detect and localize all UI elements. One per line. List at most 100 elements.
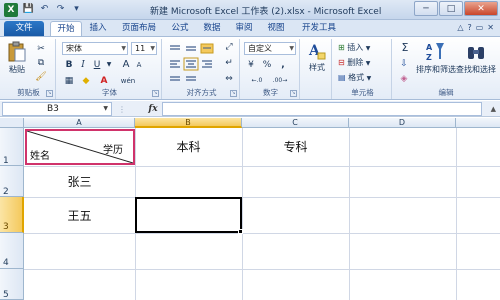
cell-a2[interactable]: 张三 <box>24 173 135 190</box>
underline-dropdown-icon[interactable]: ▼ <box>105 59 113 71</box>
column-header-a[interactable]: A <box>24 118 135 128</box>
cell-a1[interactable]: 学历 姓名 <box>25 129 135 165</box>
delete-cells-button[interactable]: ⊟ 删除 ▼ <box>338 57 370 68</box>
binoculars-icon <box>468 47 484 59</box>
underline-button[interactable]: U <box>91 59 103 71</box>
tab-home[interactable]: 开始 <box>50 21 82 36</box>
orientation-icon[interactable]: ⤢ <box>222 41 236 53</box>
column-header-b[interactable]: B <box>135 118 242 128</box>
ribbon-tabs: 文件 开始 插入 页面布局 公式 数据 审阅 视图 开发工具 △ ? ▭ ✕ <box>0 20 500 36</box>
font-color-icon[interactable]: A <box>98 75 110 87</box>
formula-bar-splitter[interactable]: ⋮ <box>118 105 126 114</box>
customize-qat-icon[interactable]: ▾ <box>70 3 83 16</box>
row-header-1[interactable]: 1 <box>0 128 24 166</box>
tab-developer[interactable]: 开发工具 <box>296 21 342 36</box>
help-icon[interactable]: ? <box>467 23 471 32</box>
alignment-launcher-icon[interactable]: ↘ <box>230 90 237 97</box>
column-header-c[interactable]: C <box>242 118 349 128</box>
active-cell-b3[interactable] <box>135 197 243 234</box>
autosum-button[interactable]: Σ <box>396 42 414 54</box>
sort-filter-button[interactable]: A Z 排序和筛选 <box>416 41 456 75</box>
worksheet-grid[interactable]: A B C D 1 2 3 4 5 学历 姓名 本科 专科 张三 王五 <box>0 118 500 300</box>
cell-b1[interactable]: 本科 <box>135 138 242 155</box>
clear-icon[interactable]: ◈ <box>398 73 410 85</box>
editing-group: Σ ⇩ ◈ A Z 排序和筛选 查找和选择 编辑 <box>394 39 498 99</box>
tab-insert[interactable]: 插入 <box>84 21 112 36</box>
format-cells-icon: ▤ <box>338 73 346 82</box>
alignment-icons[interactable] <box>168 43 218 87</box>
tab-file[interactable]: 文件 <box>4 21 44 36</box>
name-box-value: B3 <box>47 104 59 114</box>
borders-icon[interactable]: ▦ <box>63 75 75 87</box>
name-box[interactable]: B3 ▼ <box>2 102 112 116</box>
merge-center-icon[interactable]: ⇔ <box>222 73 236 85</box>
cell-c1[interactable]: 专科 <box>242 138 349 155</box>
bold-button[interactable]: B <box>63 59 75 71</box>
excel-app-icon[interactable]: X <box>4 3 18 17</box>
currency-button[interactable]: ¥ <box>245 59 257 71</box>
format-cells-button[interactable]: ▤ 格式 ▼ <box>338 72 371 83</box>
sort-filter-label: 排序和筛选 <box>416 65 456 74</box>
expand-formula-bar-icon[interactable]: ▲ <box>491 105 496 113</box>
formula-input[interactable] <box>162 102 482 116</box>
font-launcher-icon[interactable]: ↘ <box>152 90 159 97</box>
cut-icon[interactable]: ✂ <box>34 43 48 55</box>
chevron-down-icon: ▼ <box>365 60 371 67</box>
select-all-button[interactable] <box>0 118 24 128</box>
quick-access-toolbar: 💾 ↶ ↷ ▾ <box>22 3 83 16</box>
copy-icon[interactable]: ⧉ <box>34 57 48 69</box>
cell-a3[interactable]: 王五 <box>24 207 135 224</box>
tab-formulas[interactable]: 公式 <box>166 21 194 36</box>
fill-handle[interactable] <box>238 229 243 234</box>
close-button[interactable]: ✕ <box>464 1 498 16</box>
save-icon[interactable]: 💾 <box>22 3 35 16</box>
close-workbook-icon[interactable]: ✕ <box>487 23 494 32</box>
format-cells-label: 格式 <box>348 73 365 82</box>
column-header-e[interactable] <box>456 118 500 128</box>
shrink-font-button[interactable]: A <box>134 59 144 71</box>
row-header-2[interactable]: 2 <box>0 166 24 197</box>
insert-cells-button[interactable]: ⊞ 插入 ▼ <box>338 42 370 53</box>
wrap-text-icon[interactable]: ↵ <box>222 57 236 69</box>
font-size-select[interactable]: 11 ▼ <box>131 42 157 55</box>
find-select-button[interactable]: 查找和选择 <box>456 41 496 75</box>
alignment-group-label: 对齐方式 <box>186 88 217 97</box>
row-header-5[interactable]: 5 <box>0 269 24 300</box>
editing-group-label: 编辑 <box>438 88 454 97</box>
maximize-button[interactable]: □ <box>439 1 463 16</box>
number-format-select[interactable]: 自定义 ▼ <box>244 42 296 55</box>
sort-filter-icon: A Z <box>426 43 444 62</box>
row-header-3[interactable]: 3 <box>0 197 24 233</box>
tab-view[interactable]: 视图 <box>262 21 290 36</box>
tab-page-layout[interactable]: 页面布局 <box>116 21 162 36</box>
column-header-d[interactable]: D <box>349 118 456 128</box>
number-group: 自定义 ▼ ¥ % , ←.0 .00→ 数字 ↘ <box>242 39 300 99</box>
row-header-4[interactable]: 4 <box>0 233 24 269</box>
insert-function-button[interactable]: fx <box>146 102 160 116</box>
font-name-select[interactable]: 宋体 ▼ <box>62 42 128 55</box>
styles-button[interactable]: A 样式 <box>304 41 330 73</box>
phonetic-button[interactable]: wén <box>116 75 140 87</box>
number-launcher-icon[interactable]: ↘ <box>290 90 297 97</box>
restore-workbook-icon[interactable]: ▭ <box>476 23 484 32</box>
format-painter-icon[interactable]: 🖌 <box>34 71 48 83</box>
minimize-button[interactable]: ─ <box>414 1 438 16</box>
grow-font-button[interactable]: A <box>120 59 132 71</box>
clipboard-launcher-icon[interactable]: ↘ <box>46 90 53 97</box>
tab-review[interactable]: 审阅 <box>230 21 258 36</box>
paste-label: 粘贴 <box>9 65 25 74</box>
undo-icon[interactable]: ↶ <box>38 3 51 16</box>
comma-button[interactable]: , <box>277 59 289 71</box>
paste-button[interactable]: 粘贴 <box>4 41 30 75</box>
minimize-ribbon-icon[interactable]: △ <box>457 23 463 32</box>
italic-button[interactable]: I <box>77 59 89 71</box>
gridline <box>24 233 500 234</box>
fill-icon[interactable]: ⇩ <box>398 58 410 70</box>
tab-data[interactable]: 数据 <box>198 21 226 36</box>
percent-button[interactable]: % <box>261 59 273 71</box>
redo-icon[interactable]: ↷ <box>54 3 67 16</box>
increase-decimal-icon[interactable]: ←.0 <box>247 75 267 87</box>
cells-group-label: 单元格 <box>351 88 374 97</box>
fill-color-icon[interactable]: ◆ <box>80 75 92 87</box>
decrease-decimal-icon[interactable]: .00→ <box>270 75 290 87</box>
